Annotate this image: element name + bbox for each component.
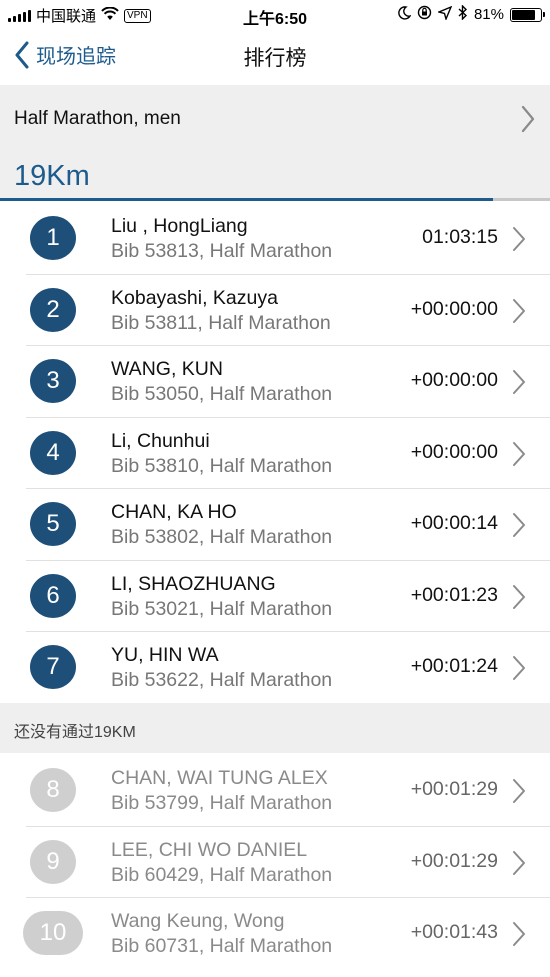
runner-bib: Bib 53622, Half Marathon [111,669,333,691]
status-bar: 中国联通 VPN 上午6:50 81% [0,0,550,30]
runner-time: +00:01:43 [410,921,498,943]
chevron-right-icon [513,298,525,323]
pending-section-header: 还没有通过19KM [0,703,550,753]
pending-section-label: 还没有通过19KM [14,724,136,741]
runner-row[interactable]: 4 Li, Chunhui Bib 53810, Half Marathon +00:… [0,416,550,488]
status-right: 81% [397,4,545,24]
rank-badge: 9 [30,839,76,884]
runner-row[interactable]: 10 Wang Keung, Wong Bib 60731, Half Marath… [0,897,550,969]
location-icon [436,5,453,24]
runner-row[interactable]: 5 CHAN, KA HO Bib 53802, Half Marathon +00:… [0,488,550,560]
split-progress-bar [0,198,550,201]
runner-name: LI, SHAOZHUANG [111,572,276,595]
runner-name: CHAN, WAI TUNG ALEX [111,767,328,789]
rank-badge: 10 [23,911,83,955]
rank-badge: 1 [30,216,76,260]
runner-name: Wang Keung, Wong [111,910,285,932]
runner-bib: Bib 53050, Half Marathon [111,383,333,405]
runner-row[interactable]: 2 Kobayashi, Kazuya Bib 53811, Half Marath… [0,273,550,345]
rank-badge: 5 [30,502,76,546]
runner-row[interactable]: 6 LI, SHAOZHUANG Bib 53021, Half Marathon +… [0,559,550,631]
runner-time: +00:01:24 [410,655,498,677]
nav-bar: 现场追踪 排行榜 [0,30,550,84]
runner-time: +00:01:23 [410,583,498,606]
battery-level [512,9,535,20]
runner-bib: Bib 60429, Half Marathon [111,863,333,886]
runner-name: LEE, CHI WO DANIEL [111,838,308,861]
split-progress-fill [0,198,494,201]
chevron-right-icon [513,656,525,680]
runner-time: +00:01:29 [410,778,498,800]
runner-time: 01:03:15 [422,226,498,248]
rotation-lock-icon [417,5,432,24]
rank-badge: 8 [30,768,76,812]
chevron-right-icon [513,370,525,394]
runner-row[interactable]: 7 YU, HIN WA Bib 53622, Half Marathon +00:0… [0,631,550,703]
rank-badge: 7 [30,645,76,689]
runner-name: Liu , HongLiang [111,215,248,237]
runner-bib: Bib 53811, Half Marathon [111,311,331,334]
runner-bib: Bib 60731, Half Marathon [111,935,333,957]
battery-percent: 81% [473,6,504,23]
runner-name: CHAN, KA HO [111,501,237,523]
rank-badge: 2 [30,287,76,332]
runner-bib: Bib 53799, Half Marathon [111,792,333,814]
runner-time: +00:00:14 [410,512,498,534]
chevron-right-icon [513,227,525,251]
runner-time: +00:01:29 [410,849,498,872]
runner-bib: Bib 53021, Half Marathon [111,597,333,620]
chevron-right-icon [521,105,535,133]
rank-badge: 3 [30,359,76,403]
back-label: 现场追踪 [36,46,116,68]
chevron-right-icon [513,922,525,946]
chevron-right-icon [513,850,525,875]
runner-bib: Bib 53802, Half Marathon [111,526,333,548]
chevron-right-icon [513,441,525,466]
race-label: Half Marathon, men [14,108,181,129]
runner-name: Li, Chunhui [111,429,210,452]
runner-row[interactable]: 9 LEE, CHI WO DANIEL Bib 60429, Half Marat… [0,825,550,897]
chevron-right-icon [513,779,525,803]
runner-name: WANG, KUN [111,358,223,380]
moon-icon [397,5,412,24]
runner-time: +00:00:00 [410,297,498,320]
runner-name: YU, HIN WA [111,644,219,666]
pending-list: 8 CHAN, WAI TUNG ALEX Bib 53799, Half Mara… [0,754,550,969]
runner-bib: Bib 53813, Half Marathon [111,240,333,262]
race-selector[interactable]: Half Marathon, men [0,85,550,153]
ranking-list: 1 Liu , HongLiang Bib 53813, Half Marathon… [0,202,550,703]
split-label: 19Km [14,160,90,192]
chevron-right-icon [513,584,525,609]
runner-time: +00:00:00 [410,369,498,391]
chevron-left-icon [15,41,29,68]
rank-badge: 4 [30,430,76,475]
runner-bib: Bib 53810, Half Marathon [111,454,333,477]
rank-badge: 6 [30,573,76,618]
battery-icon [510,7,545,22]
runner-row[interactable]: 1 Liu , HongLiang Bib 53813, Half Marathon… [0,202,550,274]
split-header[interactable]: 19Km [0,153,550,201]
runner-name: Kobayashi, Kazuya [111,286,278,309]
chevron-right-icon [513,513,525,537]
bluetooth-icon [458,4,468,24]
runner-row[interactable]: 8 CHAN, WAI TUNG ALEX Bib 53799, Half Mara… [0,754,550,826]
runner-time: +00:00:00 [410,440,498,463]
back-button[interactable]: 现场追踪 [14,40,116,69]
runner-row[interactable]: 3 WANG, KUN Bib 53050, Half Marathon +00:00… [0,345,550,417]
